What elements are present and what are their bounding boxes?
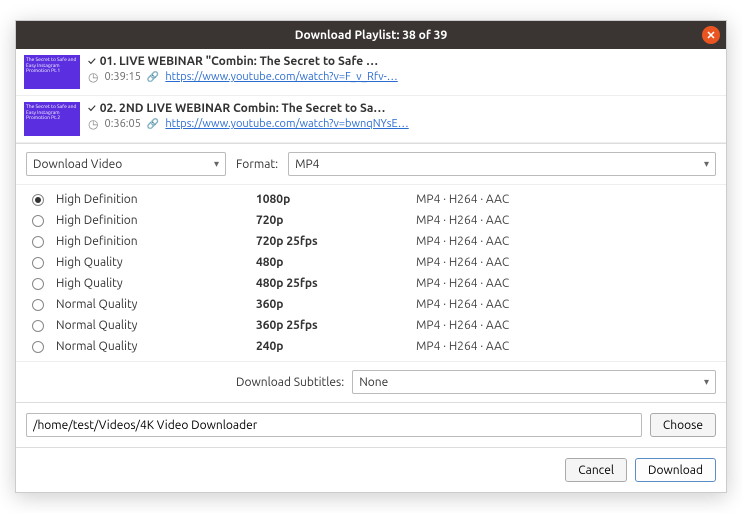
format-label: Format: [236,158,278,171]
clock-icon [88,70,98,84]
quality-resolution: 360p 25fps [256,319,416,332]
dialog-footer: Cancel Download [16,447,726,492]
download-button[interactable]: Download [635,458,716,482]
radio-icon [32,278,44,290]
video-thumbnail: The Secret to Safe and Easy Instagram Pr… [24,102,80,136]
quality-name: High Definition [56,235,256,248]
close-button[interactable]: ✕ [702,26,720,44]
quality-resolution: 480p [256,256,416,269]
video-thumbnail: The Secret to Safe and Easy Instagram Pr… [24,55,80,89]
close-icon: ✕ [706,29,715,42]
check-icon: ✓ [88,56,96,68]
quality-codec: MP4 · H264 · AAC [416,214,509,227]
video-title: 02. 2ND LIVE WEBINAR Combin: The Secret … [100,102,386,115]
path-row: Choose [16,402,726,447]
quality-codec: MP4 · H264 · AAC [416,193,509,206]
subtitles-label: Download Subtitles: [236,376,344,389]
playlist-item[interactable]: The Secret to Safe and Easy Instagram Pr… [16,49,726,96]
video-duration: 0:39:15 [104,71,140,83]
quality-name: Normal Quality [56,340,256,353]
format-value: MP4 [295,158,319,171]
radio-icon [32,320,44,332]
link-icon [147,71,159,83]
video-url-link[interactable]: https://www.youtube.com/watch?v=F_v_Rfv-… [165,71,397,83]
quality-name: High Definition [56,214,256,227]
quality-option[interactable]: High Quality480pMP4 · H264 · AAC [16,252,726,273]
quality-name: High Quality [56,277,256,290]
download-playlist-dialog: Download Playlist: 38 of 39 ✕ The Secret… [15,20,727,493]
radio-icon [32,215,44,227]
format-controls-row: Download Video Format: MP4 [16,144,726,185]
quality-option[interactable]: Normal Quality360pMP4 · H264 · AAC [16,294,726,315]
quality-codec: MP4 · H264 · AAC [416,277,509,290]
quality-name: Normal Quality [56,319,256,332]
video-duration: 0:36:05 [104,118,140,130]
quality-codec: MP4 · H264 · AAC [416,235,509,248]
titlebar: Download Playlist: 38 of 39 ✕ [16,21,726,49]
playlist-item[interactable]: The Secret to Safe and Easy Instagram Pr… [16,96,726,143]
quality-name: High Definition [56,193,256,206]
playlist-item-info: ✓ 02. 2ND LIVE WEBINAR Combin: The Secret… [88,102,718,136]
quality-list[interactable]: High Definition1080pMP4 · H264 · AACHigh… [16,185,726,361]
subtitles-value: None [359,376,388,389]
clock-icon [88,117,98,131]
window-title: Download Playlist: 38 of 39 [295,29,447,42]
quality-resolution: 720p [256,214,416,227]
quality-option[interactable]: Normal Quality240pMP4 · H264 · AAC [16,336,726,357]
quality-option[interactable]: High Definition720p 25fpsMP4 · H264 · AA… [16,231,726,252]
radio-icon [32,257,44,269]
format-select[interactable]: MP4 [288,152,716,176]
quality-resolution: 360p [256,298,416,311]
radio-icon [32,341,44,353]
quality-resolution: 1080p [256,193,416,206]
radio-icon [32,299,44,311]
playlist-list[interactable]: The Secret to Safe and Easy Instagram Pr… [16,49,726,144]
quality-codec: MP4 · H264 · AAC [416,256,509,269]
quality-option[interactable]: High Quality480p 25fpsMP4 · H264 · AAC [16,273,726,294]
quality-codec: MP4 · H264 · AAC [416,319,509,332]
subtitles-select[interactable]: None [352,370,716,394]
radio-icon [32,236,44,248]
link-icon [147,118,159,130]
download-mode-value: Download Video [33,158,122,171]
quality-codec: MP4 · H264 · AAC [416,298,509,311]
video-title: 01. LIVE WEBINAR "Combin: The Secret to … [100,55,378,68]
quality-codec: MP4 · H264 · AAC [416,340,509,353]
quality-resolution: 720p 25fps [256,235,416,248]
quality-option[interactable]: High Definition1080pMP4 · H264 · AAC [16,189,726,210]
quality-option[interactable]: Normal Quality360p 25fpsMP4 · H264 · AAC [16,315,726,336]
video-url-link[interactable]: https://www.youtube.com/watch?v=bwnqNYsE… [165,118,408,130]
quality-option[interactable]: High Definition720pMP4 · H264 · AAC [16,210,726,231]
quality-name: High Quality [56,256,256,269]
choose-button[interactable]: Choose [650,413,716,437]
check-icon: ✓ [88,103,96,115]
download-mode-select[interactable]: Download Video [26,152,226,176]
quality-name: Normal Quality [56,298,256,311]
radio-icon [32,194,44,206]
playlist-item-info: ✓ 01. LIVE WEBINAR "Combin: The Secret to… [88,55,718,89]
cancel-button[interactable]: Cancel [565,458,627,482]
subtitles-row: Download Subtitles: None [16,361,726,402]
quality-resolution: 480p 25fps [256,277,416,290]
destination-path-input[interactable] [26,413,642,437]
quality-resolution: 240p [256,340,416,353]
